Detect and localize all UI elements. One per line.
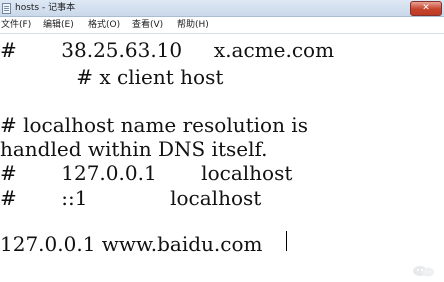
menu-format[interactable]: 格式(O) — [88, 19, 120, 31]
wechat-watermark-icon — [413, 266, 434, 277]
text-editor[interactable]: # 38.25.63.10 x.acme.com # x client host… — [0, 34, 430, 282]
hosts-line-9: 127.0.0.1 www.baidu.com — [0, 232, 263, 256]
text-cursor — [286, 231, 287, 251]
hosts-line-2: # x client host — [0, 65, 224, 89]
hosts-line-7: # ::1 localhost — [0, 186, 262, 210]
notepad-window: hosts - 记事本 ✕ 文件(F) 编辑(E) 格式(O) 查看(V) 帮助… — [0, 0, 444, 282]
close-icon: ✕ — [422, 3, 430, 13]
menu-file[interactable]: 文件(F) — [1, 19, 31, 31]
hosts-line-1: # 38.25.63.10 x.acme.com — [0, 38, 335, 62]
menu-help[interactable]: 帮助(H) — [177, 19, 209, 31]
notepad-icon — [2, 3, 11, 14]
hosts-line-5: handled within DNS itself. — [0, 137, 268, 161]
close-button[interactable]: ✕ — [410, 1, 442, 16]
title-bar[interactable]: hosts - 记事本 ✕ — [0, 0, 444, 17]
menu-view[interactable]: 查看(V) — [132, 19, 163, 31]
menu-bar: 文件(F) 编辑(E) 格式(O) 查看(V) 帮助(H) — [0, 17, 444, 34]
window-title: hosts - 记事本 — [15, 3, 76, 13]
hosts-line-4: # localhost name resolution is — [0, 113, 308, 137]
menu-edit[interactable]: 编辑(E) — [43, 19, 74, 31]
hosts-line-6: # 127.0.0.1 localhost — [0, 161, 293, 185]
